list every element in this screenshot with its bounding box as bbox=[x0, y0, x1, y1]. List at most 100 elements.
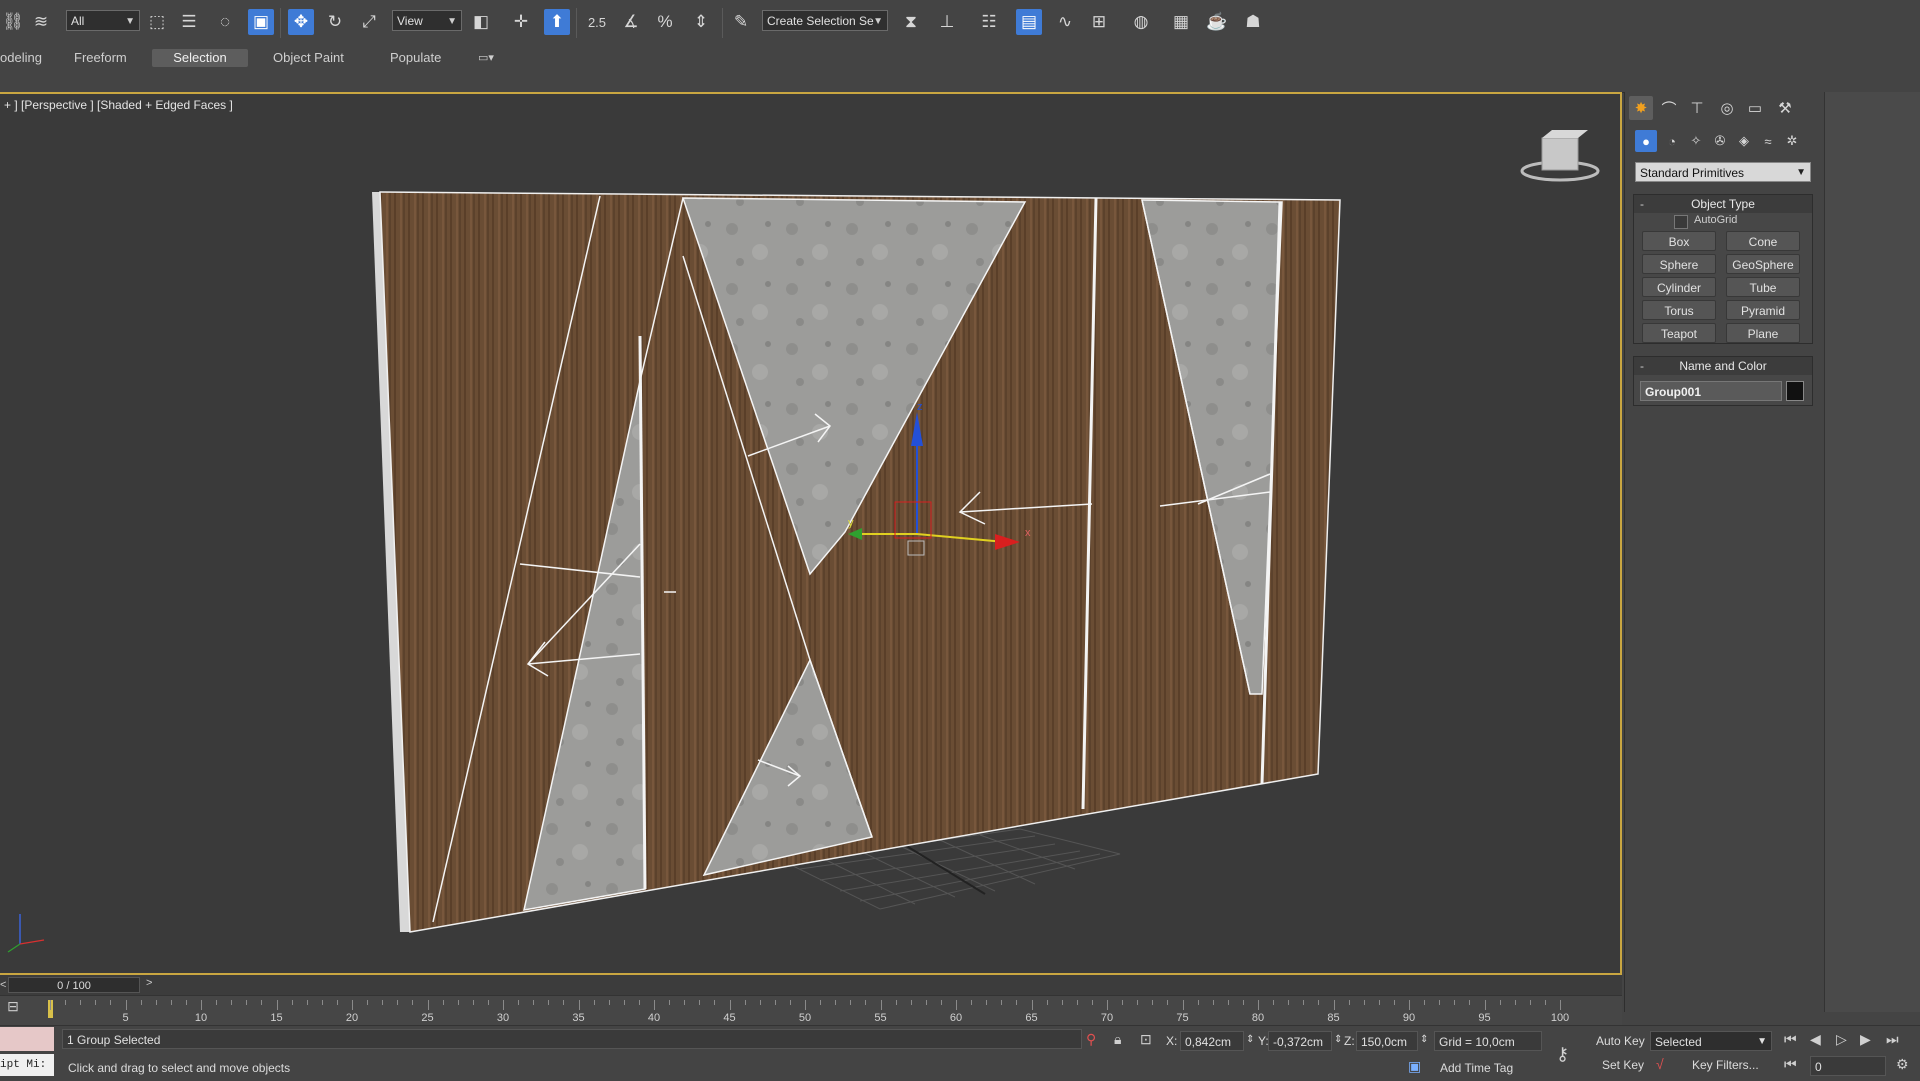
lights-icon[interactable]: ✧ bbox=[1685, 130, 1707, 152]
tab-selection[interactable]: Selection bbox=[152, 49, 248, 67]
torus-button[interactable]: Torus bbox=[1642, 300, 1716, 320]
select-by-name-icon[interactable]: ☰ bbox=[176, 9, 202, 35]
keyboard-shortcut-override-icon[interactable]: ⬆ bbox=[544, 9, 570, 35]
play-icon[interactable]: ▷ bbox=[1836, 1031, 1847, 1048]
box-button[interactable]: Box bbox=[1642, 231, 1716, 251]
link-icon[interactable]: ⛓ bbox=[0, 9, 26, 35]
rendered-frame-window-icon[interactable]: ☕ bbox=[1204, 9, 1230, 35]
z-coordinate-field[interactable]: 150,0cm bbox=[1356, 1031, 1418, 1051]
plane-button[interactable]: Plane bbox=[1726, 323, 1800, 343]
scene-explorer-icon[interactable]: ▤ bbox=[1016, 9, 1042, 35]
tab-freeform[interactable]: Freeform bbox=[66, 49, 135, 67]
time-configuration-icon[interactable]: ⚙ bbox=[1896, 1056, 1909, 1073]
modify-tab-icon[interactable]: ⌒ bbox=[1657, 96, 1681, 120]
prev-frame-icon[interactable]: < bbox=[0, 979, 6, 991]
render-setup-icon[interactable]: ▦ bbox=[1168, 9, 1194, 35]
systems-icon[interactable]: ✲ bbox=[1781, 130, 1803, 152]
y-coordinate-field[interactable]: -0,372cm bbox=[1268, 1031, 1332, 1051]
select-and-rotate-icon[interactable]: ↻ bbox=[322, 9, 348, 35]
time-slider-thumb[interactable]: 0 / 100 bbox=[8, 977, 140, 993]
select-and-move-icon[interactable]: ✥ bbox=[288, 9, 314, 35]
named-selection-sets-dropdown[interactable]: Create Selection Se ▼ bbox=[762, 10, 888, 31]
key-mode-toggle-icon[interactable]: ⏮ bbox=[1784, 1056, 1797, 1073]
utilities-tab-icon[interactable]: ⚒ bbox=[1773, 96, 1797, 120]
display-tab-icon[interactable]: ▭ bbox=[1743, 96, 1767, 120]
previous-frame-icon[interactable]: ◀︎ bbox=[1810, 1031, 1821, 1048]
cameras-icon[interactable]: ✇ bbox=[1709, 130, 1731, 152]
perspective-viewport[interactable]: + ] [Perspective ] [Shaded + Edged Faces… bbox=[0, 92, 1622, 975]
absolute-transform-icon[interactable]: ⊡ bbox=[1140, 1031, 1152, 1048]
next-frame-icon[interactable]: ▶︎ bbox=[1860, 1031, 1871, 1048]
percent-snap-icon[interactable]: % bbox=[652, 9, 678, 35]
add-time-tag[interactable]: Add Time Tag bbox=[1440, 1061, 1513, 1075]
sphere-button[interactable]: Sphere bbox=[1642, 254, 1716, 274]
goto-start-icon[interactable]: ⏮ bbox=[1784, 1031, 1797, 1048]
mini-curve-editor-icon[interactable]: ⊟ bbox=[0, 998, 26, 1022]
layer-manager-icon[interactable]: ☷ bbox=[976, 9, 1002, 35]
set-key-button[interactable]: Set Key bbox=[1602, 1058, 1644, 1072]
object-color-swatch[interactable] bbox=[1786, 381, 1804, 401]
x-spinner-icon[interactable]: ⇕ bbox=[1246, 1034, 1254, 1045]
y-spinner-icon[interactable]: ⇕ bbox=[1334, 1034, 1342, 1045]
mirror-icon[interactable]: ⧗ bbox=[898, 9, 924, 35]
next-frame-button[interactable]: > bbox=[146, 977, 152, 989]
select-and-scale-icon[interactable]: ⤢ bbox=[356, 9, 382, 35]
key-filters-button[interactable]: Key Filters... bbox=[1692, 1058, 1759, 1072]
selection-filter-dropdown[interactable]: All ▼ bbox=[66, 10, 140, 31]
cone-button[interactable]: Cone bbox=[1726, 231, 1800, 251]
viewcube-icon[interactable] bbox=[1520, 130, 1600, 182]
edit-named-selection-icon[interactable]: ✎ bbox=[728, 9, 754, 35]
ribbon-options-icon[interactable]: ▭▾ bbox=[470, 49, 502, 67]
select-manipulate-icon[interactable]: ✛ bbox=[508, 9, 534, 35]
auto-key-button[interactable]: Auto Key bbox=[1596, 1034, 1645, 1048]
spinner-snap-icon[interactable]: ⇕ bbox=[688, 9, 714, 35]
curve-editor-icon[interactable]: ∿ bbox=[1052, 9, 1078, 35]
maxscript-listener-mini[interactable] bbox=[0, 1027, 54, 1051]
geometry-icon[interactable]: ● bbox=[1635, 130, 1657, 152]
maxscript-mini-field[interactable]: ipt Mi: bbox=[0, 1054, 54, 1076]
motion-tab-icon[interactable]: ◎ bbox=[1715, 96, 1739, 120]
name-and-color-header[interactable]: - Name and Color bbox=[1634, 357, 1812, 375]
shapes-icon[interactable]: ◔ bbox=[1661, 130, 1683, 152]
tube-button[interactable]: Tube bbox=[1726, 277, 1800, 297]
schematic-view-icon[interactable]: ⊞ bbox=[1086, 9, 1112, 35]
create-tab-icon[interactable]: ✸ bbox=[1629, 96, 1653, 120]
autogrid-checkbox[interactable] bbox=[1674, 215, 1688, 229]
key-mode-dropdown[interactable]: Selected ▼ bbox=[1650, 1031, 1772, 1051]
angle-snap-icon[interactable]: ∡ bbox=[618, 9, 644, 35]
cylinder-button[interactable]: Cylinder bbox=[1642, 277, 1716, 297]
space-warps-icon[interactable]: ≈ bbox=[1757, 130, 1779, 152]
teapot-button[interactable]: Teapot bbox=[1642, 323, 1716, 343]
time-slider[interactable]: < bbox=[0, 975, 1622, 995]
time-tag-icon[interactable]: ▣ bbox=[1408, 1058, 1421, 1075]
tab-object-paint[interactable]: Object Paint bbox=[265, 49, 352, 67]
set-keys-icon[interactable]: ⚷ bbox=[1556, 1044, 1569, 1065]
current-frame-field[interactable]: 0 bbox=[1810, 1056, 1886, 1076]
key-tangent-icon[interactable]: √ bbox=[1656, 1056, 1664, 1072]
goto-end-icon[interactable]: ⏭ bbox=[1886, 1031, 1899, 1048]
reference-coordinate-dropdown[interactable]: View ▼ bbox=[392, 10, 462, 31]
snap-toggle-icon[interactable]: 2.5 bbox=[584, 9, 610, 35]
helpers-icon[interactable]: ◈ bbox=[1733, 130, 1755, 152]
tab-modeling[interactable]: odeling bbox=[0, 49, 50, 67]
object-type-header[interactable]: - Object Type bbox=[1634, 195, 1812, 213]
window-crossing-icon[interactable]: ▣ bbox=[248, 9, 274, 35]
z-spinner-icon[interactable]: ⇕ bbox=[1420, 1034, 1428, 1045]
geosphere-button[interactable]: GeoSphere bbox=[1726, 254, 1800, 274]
render-production-icon[interactable]: ☗ bbox=[1240, 9, 1266, 35]
isolate-selection-icon[interactable]: ⚲ bbox=[1086, 1031, 1096, 1048]
object-name-field[interactable]: Group001 bbox=[1640, 381, 1782, 401]
pivot-center-icon[interactable]: ◧ bbox=[468, 9, 494, 35]
track-bar[interactable]: ⊟ 5 10 15 20 25 30 35 40 45 50 55 60 65 70 75 80 85 90 95 1… bbox=[0, 995, 1622, 1026]
hierarchy-tab-icon[interactable]: ⊤ bbox=[1685, 96, 1709, 120]
x-coordinate-field[interactable]: 0,842cm bbox=[1180, 1031, 1244, 1051]
select-object-icon[interactable]: ⬚ bbox=[144, 9, 170, 35]
pyramid-button[interactable]: Pyramid bbox=[1726, 300, 1800, 320]
bind-spacewarp-icon[interactable]: ≋ bbox=[28, 9, 54, 35]
tab-populate[interactable]: Populate bbox=[382, 49, 449, 67]
align-icon[interactable]: ⊥ bbox=[934, 9, 960, 35]
selection-lock-icon[interactable]: 🔒︎ bbox=[1114, 1031, 1121, 1048]
material-editor-icon[interactable]: ◍ bbox=[1128, 9, 1154, 35]
selection-region-icon[interactable]: ◌ bbox=[212, 9, 238, 35]
primitive-category-dropdown[interactable]: Standard Primitives ▼ bbox=[1635, 162, 1811, 182]
